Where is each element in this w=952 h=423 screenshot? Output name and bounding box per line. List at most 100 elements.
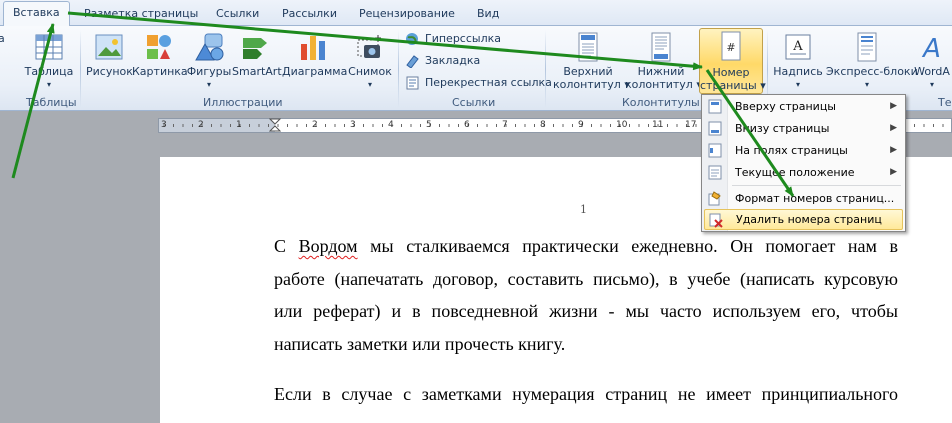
page-bottom-icon xyxy=(708,121,722,136)
paragraph-line: написать заметки или прочесть книгу. xyxy=(274,334,566,355)
shapes-icon xyxy=(195,33,224,61)
spell-error-word[interactable]: Вордом xyxy=(299,236,358,256)
menu-item-label: Формат номеров страниц... xyxy=(735,192,895,205)
remove-page-numbers-icon xyxy=(709,213,723,228)
footer-button-label: Нижний xyxy=(637,65,685,78)
menu-item-label: Текущее положение xyxy=(735,166,855,179)
page-margins-icon xyxy=(708,143,722,158)
hyperlink-button-label: Гиперссылка xyxy=(425,32,501,45)
current-position-icon xyxy=(708,165,722,180)
tab-review[interactable]: Рецензирование xyxy=(359,5,455,25)
screenshot-button[interactable]: Снимок ▾ xyxy=(346,30,394,94)
shapes-button-label: Фигуры xyxy=(186,65,232,78)
ruler-number: 5 xyxy=(426,120,432,130)
page-number-button[interactable]: # Номер страницы ▾ xyxy=(699,28,766,94)
ribbon-left-fragment: а xyxy=(0,32,5,45)
menu-item-label: На полях страницы xyxy=(735,144,848,157)
page-top-icon xyxy=(708,99,722,114)
ruler-number: 11 xyxy=(652,120,664,130)
table-dropdown-arrow: ▾ xyxy=(46,80,51,89)
smartart-button[interactable]: SmartArt xyxy=(232,30,282,94)
chart-button-label: Диаграмма xyxy=(282,65,348,78)
ruler-number: 10 xyxy=(616,120,628,130)
indent-marker-icon[interactable] xyxy=(269,118,281,133)
header-button[interactable]: Верхний колонтитул ▾ xyxy=(553,30,630,94)
page-number-button-label-2: страницы ▾ xyxy=(700,79,766,92)
picture-button-label: Рисунок xyxy=(86,65,133,78)
ruler-number: 2 xyxy=(198,120,204,130)
smartart-icon xyxy=(243,38,267,59)
group-label-links: Ссылки xyxy=(452,96,496,109)
quick-parts-dropdown-arrow: ▾ xyxy=(864,80,869,89)
paragraph-line: работе (напечатать договор, составить пи… xyxy=(274,268,898,289)
svg-text:A: A xyxy=(792,39,803,54)
tab-mailings[interactable]: Рассылки xyxy=(282,5,337,25)
menu-item-remove-page-numbers[interactable]: Удалить номера страниц xyxy=(704,209,903,230)
menu-item-top-of-page[interactable]: Вверху страницы ▶ xyxy=(704,96,903,117)
chart-icon xyxy=(301,36,325,60)
page-number-button-label: Номер xyxy=(712,66,750,79)
chart-button[interactable]: Диаграмма xyxy=(282,30,348,94)
picture-button[interactable]: Рисунок xyxy=(86,30,133,94)
menu-item-current-position[interactable]: Текущее положение ▶ xyxy=(704,162,903,183)
ribbon-tab-bar: Вставка Разметка страницы Ссылки Рассылк… xyxy=(0,0,952,26)
hyperlink-button[interactable]: Гиперссылка xyxy=(405,30,501,48)
group-label-tables: Таблицы xyxy=(26,96,77,109)
menu-item-format-page-numbers[interactable]: Формат номеров страниц... xyxy=(704,188,903,209)
submenu-arrow-icon: ▶ xyxy=(890,101,897,111)
page-number-icon: # xyxy=(721,31,741,61)
ruler-number: 1 xyxy=(236,120,242,130)
header-button-label: Верхний xyxy=(563,65,613,78)
tab-page-layout[interactable]: Разметка страницы xyxy=(84,5,198,25)
tab-insert[interactable]: Вставка xyxy=(3,1,70,26)
cross-reference-icon xyxy=(406,76,419,90)
footer-button-label-2: колонтитул ▾ xyxy=(625,78,702,91)
menu-item-bottom-of-page[interactable]: Внизу страницы ▶ xyxy=(704,118,903,139)
table-icon xyxy=(35,34,63,60)
page-number-field: 1 xyxy=(580,203,587,216)
ruler-number: 3 xyxy=(350,120,356,130)
smartart-button-label: SmartArt xyxy=(232,65,282,78)
ruler-number: 9 xyxy=(578,120,584,130)
menu-item-label: Удалить номера страниц xyxy=(736,213,882,226)
footer-button[interactable]: Нижний колонтитул ▾ xyxy=(625,30,702,94)
quick-parts-button[interactable]: Экспресс-блоки ▾ xyxy=(826,30,918,94)
group-separator xyxy=(80,30,81,108)
ruler-number: 4 xyxy=(388,120,394,130)
footer-icon xyxy=(651,32,671,62)
cross-reference-button-label: Перекрестная ссылка xyxy=(425,76,552,89)
paragraph-line: С Вордом мы сталкиваемся практически еже… xyxy=(274,236,898,256)
tab-references[interactable]: Ссылки xyxy=(216,5,259,25)
bookmark-button[interactable]: Закладка xyxy=(405,52,480,70)
shapes-button[interactable]: Фигуры ▾ xyxy=(186,30,232,94)
textbox-button[interactable]: A Надпись ▾ xyxy=(772,30,824,94)
ruler-number: 7 xyxy=(502,120,508,130)
menu-separator xyxy=(732,185,901,186)
table-button-label: Таблица xyxy=(24,65,74,78)
wordart-dropdown-arrow: ▾ xyxy=(929,80,934,89)
tab-view[interactable]: Вид xyxy=(477,5,499,25)
group-label-text: Те xyxy=(938,96,952,109)
clipart-button[interactable]: Картинка xyxy=(132,30,188,94)
submenu-arrow-icon: ▶ xyxy=(890,145,897,155)
textbox-icon: A xyxy=(785,34,811,60)
textbox-button-label: Надпись xyxy=(773,65,823,78)
paragraph-2: Если в случае с заметками нумерация стра… xyxy=(274,378,898,411)
screenshot-icon xyxy=(357,35,381,58)
cross-reference-button[interactable]: Перекрестная ссылка xyxy=(405,74,552,92)
menu-item-page-margins[interactable]: На полях страницы ▶ xyxy=(704,140,903,161)
textbox-dropdown-arrow: ▾ xyxy=(795,80,800,89)
quick-parts-icon xyxy=(857,32,877,62)
table-button[interactable]: Таблица ▾ xyxy=(24,30,74,94)
wordart-button-label: WordA xyxy=(914,65,950,78)
menu-item-label: Внизу страницы xyxy=(735,122,830,135)
group-label-illustrations: Иллюстрации xyxy=(203,96,283,109)
header-icon xyxy=(578,32,598,62)
wordart-icon: A xyxy=(921,34,941,62)
ruler-number: 3 xyxy=(161,120,167,130)
clipart-icon xyxy=(147,35,171,59)
wordart-button[interactable]: A WordA ▾ xyxy=(910,30,952,94)
paragraph-1: С Вордом мы сталкиваемся практически еже… xyxy=(274,230,898,361)
group-label-header-footer: Колонтитулы xyxy=(622,96,700,109)
submenu-arrow-icon: ▶ xyxy=(890,123,897,133)
